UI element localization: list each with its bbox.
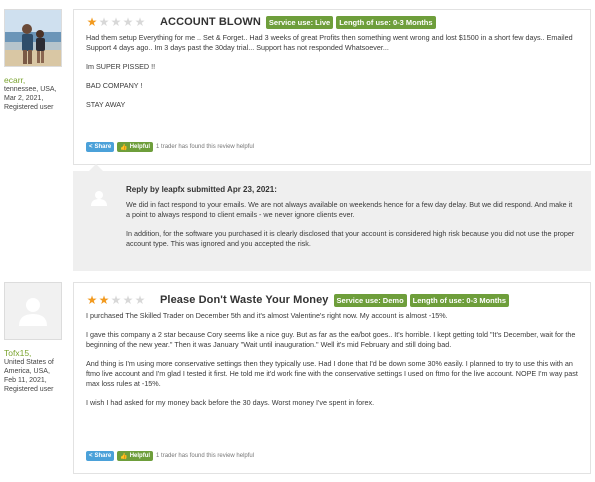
thumbs-up-icon: 👍 (120, 144, 128, 151)
star-icon: ★ (110, 293, 122, 307)
review-paragraph: And thing is I'm using more conservative… (86, 359, 578, 388)
reply-heading: Reply by leapfx submitted Apr 23, 2021: (126, 185, 277, 194)
star-icon: ★ (86, 15, 98, 29)
helpful-button[interactable]: 👍 Helpful (117, 451, 154, 461)
reviewer-role: Registered user (4, 386, 54, 393)
star-icon: ★ (134, 15, 146, 29)
star-rating: ★ ★ ★ ★ ★ (86, 294, 146, 306)
star-icon: ★ (122, 15, 134, 29)
company-reply: Reply by leapfx submitted Apr 23, 2021: … (73, 164, 591, 271)
review-title: Please Don't Waste Your Money (160, 294, 329, 306)
reviewer-info: Tofx15, United States of America, USA, F… (4, 282, 62, 394)
review-actions: < Share 👍 Helpful 1 trader has found thi… (74, 141, 266, 153)
star-icon: ★ (86, 293, 98, 307)
star-icon: ★ (98, 293, 110, 307)
review-header: ★ ★ ★ ★ ★ Please Don't Waste Your Money … (86, 292, 590, 308)
star-rating: ★ ★ ★ ★ ★ (86, 16, 146, 28)
reply-paragraph: In addition, for the software you purcha… (126, 229, 575, 248)
share-button[interactable]: < Share (86, 142, 115, 152)
reviewer-name[interactable]: ecarr, (4, 75, 62, 85)
review-paragraph: BAD COMPANY ! (86, 81, 143, 90)
review-card: ★ ★ ★ ★ ★ Please Don't Waste Your Money … (73, 282, 591, 474)
review-paragraph: I purchased The Skilled Trader on Decemb… (86, 311, 448, 320)
share-button[interactable]: < Share (86, 451, 115, 461)
star-icon: ★ (134, 293, 146, 307)
reply-pointer (89, 164, 103, 171)
reviewer-role: Registered user (4, 104, 54, 111)
review-title: ACCOUNT BLOWN (160, 16, 261, 28)
helpful-label: Helpful (129, 453, 151, 459)
user-silhouette-icon (19, 298, 47, 326)
avatar-photo (5, 10, 61, 66)
helpful-count-text: 1 trader has found this review helpful (156, 453, 255, 459)
user-silhouette-icon (91, 191, 107, 206)
star-icon: ★ (98, 15, 110, 29)
review-date: Mar 2, 2021, (4, 95, 44, 102)
reviewer-location: tennessee, USA, (4, 86, 57, 93)
review-paragraph: I gave this company a 2 star because Cor… (86, 330, 576, 349)
review-header: ★ ★ ★ ★ ★ ACCOUNT BLOWN Service use: Liv… (86, 14, 590, 30)
avatar[interactable] (4, 9, 62, 67)
helpful-button[interactable]: 👍 Helpful (117, 142, 154, 152)
helpful-count-text: 1 trader has found this review helpful (156, 144, 255, 150)
star-icon: ★ (110, 15, 122, 29)
review-paragraph: Im SUPER PISSED !! (86, 62, 156, 71)
reviewer-info: ecarr, tennessee, USA, Mar 2, 2021, Regi… (4, 9, 62, 112)
review-paragraph: Had them setup Everything for me .. Set … (86, 33, 573, 52)
reply-body: We did in fact respond to your emails. W… (126, 200, 576, 249)
review-paragraph: STAY AWAY (86, 100, 126, 109)
share-icon: < (89, 144, 93, 150)
review-date: Feb 11, 2021, (4, 377, 47, 384)
service-use-badge: Service use: Live (265, 15, 334, 29)
review-body: I purchased The Skilled Trader on Decemb… (74, 311, 590, 408)
share-label: Share (94, 453, 112, 459)
review-body: Had them setup Everything for me .. Set … (74, 33, 590, 110)
helpful-label: Helpful (129, 144, 151, 150)
star-icon: ★ (122, 293, 134, 307)
length-of-use-badge: Length of use: 0-3 Months (409, 293, 509, 307)
thumbs-up-icon: 👍 (120, 453, 128, 460)
share-label: Share (94, 144, 112, 150)
reviewer-location: United States of America, USA, (4, 359, 54, 375)
share-icon: < (89, 453, 93, 459)
review-actions: < Share 👍 Helpful 1 trader has found thi… (74, 450, 266, 462)
reviewer-name[interactable]: Tofx15, (4, 348, 62, 358)
review-card: ★ ★ ★ ★ ★ ACCOUNT BLOWN Service use: Liv… (73, 9, 591, 165)
review-paragraph: I wish I had asked for my money back bef… (86, 398, 375, 407)
length-of-use-badge: Length of use: 0-3 Months (336, 15, 436, 29)
reply-paragraph: We did in fact respond to your emails. W… (126, 200, 573, 219)
service-use-badge: Service use: Demo (333, 293, 407, 307)
avatar[interactable] (4, 282, 62, 340)
